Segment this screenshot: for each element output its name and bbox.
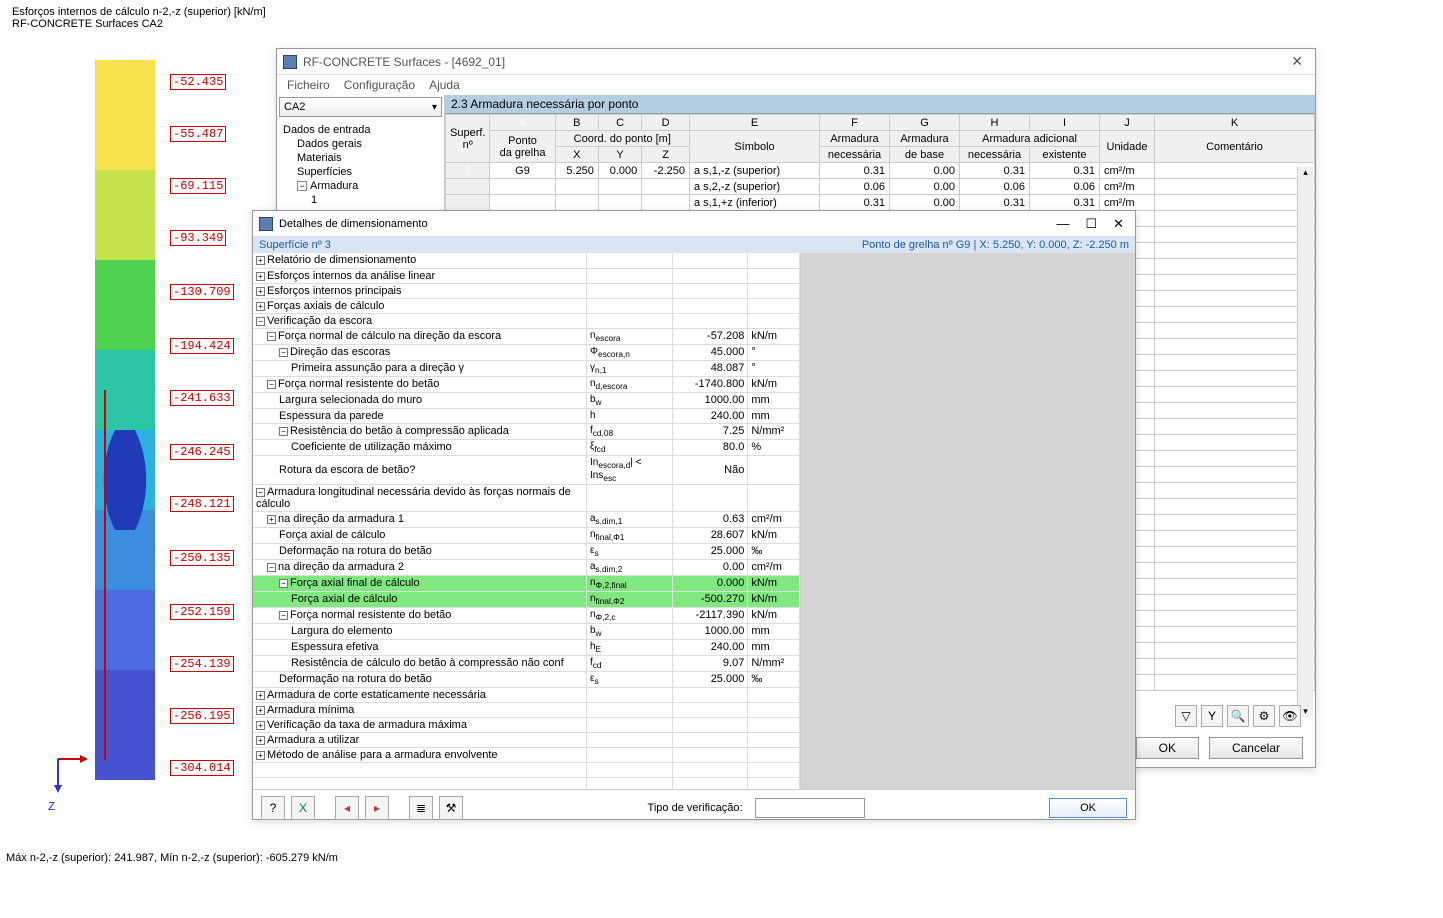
- contour-value: -246.245: [170, 444, 234, 460]
- contour-value: -250.135: [170, 550, 234, 566]
- tree-item[interactable]: Superfícies: [283, 165, 438, 179]
- close-icon[interactable]: ✕: [1285, 53, 1309, 70]
- help-icon[interactable]: ?: [261, 796, 285, 820]
- detail-row[interactable]: +Armadura a utilizar: [253, 732, 800, 747]
- case-dropdown[interactable]: CA2: [279, 97, 442, 117]
- maximize-icon[interactable]: ☐: [1080, 216, 1102, 232]
- detail-row[interactable]: −Armadura longitudinal necessária devido…: [253, 484, 800, 511]
- detail-row[interactable]: −Resistência do betão à compressão aplic…: [253, 423, 800, 439]
- verification-label: Tipo de verificação:: [648, 802, 743, 814]
- detail-row[interactable]: Espessura efetivahE240.00mm: [253, 639, 800, 655]
- detail-row[interactable]: Coeficiente de utilização máximoξfcd80.0…: [253, 439, 800, 455]
- detail-row[interactable]: +Armadura mínima: [253, 702, 800, 717]
- contour-value: -241.633: [170, 390, 234, 406]
- tree-item[interactable]: Materiais: [283, 151, 438, 165]
- detail-row[interactable]: −Força normal resistente do betãond,esco…: [253, 376, 800, 392]
- contour-value: -256.195: [170, 708, 234, 724]
- detail-row[interactable]: Deformação na rotura do betãoεs25.000‰: [253, 671, 800, 687]
- tree-armadura[interactable]: −Armadura: [283, 179, 438, 193]
- menubar: Ficheiro Configuração Ajuda: [277, 75, 1315, 95]
- detail-row[interactable]: −Força normal resistente do betãonΦ,2,c-…: [253, 607, 800, 623]
- detail-row[interactable]: [253, 777, 800, 789]
- detail-row[interactable]: +Armadura de corte estaticamente necessá…: [253, 687, 800, 702]
- tree-item[interactable]: Dados gerais: [283, 137, 438, 151]
- menu-config[interactable]: Configuração: [344, 78, 415, 92]
- detail-row[interactable]: Força axial de cálculonfinal,Φ128.607kN/…: [253, 527, 800, 543]
- detail-row[interactable]: +Método de análise para a armadura envol…: [253, 747, 800, 762]
- sort-icon[interactable]: Y: [1201, 705, 1223, 727]
- detail-row[interactable]: Rotura da escora de betão?Inescora,d| < …: [253, 455, 800, 484]
- detail-row[interactable]: +Esforços internos da análise linear: [253, 268, 800, 283]
- cancel-button[interactable]: Cancelar: [1209, 737, 1303, 759]
- details-window: Detalhes de dimensionamento — ☐ ✕ Superf…: [252, 210, 1136, 820]
- contour-value: -252.159: [170, 604, 234, 620]
- menu-help[interactable]: Ajuda: [429, 78, 460, 92]
- viewport-caption: Esforços internos de cálculo n-2,-z (sup…: [12, 6, 266, 30]
- contour-shape: [95, 60, 165, 820]
- detail-row[interactable]: +Verificação da taxa de armadura máxima: [253, 717, 800, 732]
- minimize-icon[interactable]: —: [1051, 216, 1074, 232]
- axis-z-label: Z: [48, 800, 55, 814]
- detail-row[interactable]: −Verificação da escora: [253, 313, 800, 328]
- ok-button[interactable]: OK: [1049, 798, 1127, 818]
- toolbar-icons: ▽ Y 🔍 ⚙ 👁: [1175, 705, 1301, 727]
- ok-button[interactable]: OK: [1136, 737, 1199, 759]
- contour-value: -55.487: [170, 126, 226, 142]
- window-titlebar[interactable]: RF-CONCRETE Surfaces - [4692_01] ✕: [277, 49, 1315, 75]
- detail-row[interactable]: −na direção da armadura 2as,dim,20.00cm²…: [253, 559, 800, 575]
- tree-armadura-child[interactable]: 1: [283, 193, 438, 207]
- app-icon: [259, 217, 273, 231]
- settings-icon[interactable]: ⚙: [1253, 705, 1275, 727]
- menu-file[interactable]: Ficheiro: [287, 78, 330, 92]
- filter-icon[interactable]: ▽: [1175, 705, 1197, 727]
- details-info-row: Superfície nº 3Ponto de grelha nº G9 | X…: [253, 237, 1135, 253]
- excel-icon[interactable]: X: [291, 796, 315, 820]
- detail-row[interactable]: Deformação na rotura do betãoεs25.000‰: [253, 543, 800, 559]
- table-row[interactable]: a s,1,+z (inferior)0.310.000.310.31cm²/m: [446, 195, 1315, 211]
- table-row[interactable]: 3G95.2500.000-2.250 a s,1,-z (superior)0…: [446, 163, 1315, 179]
- details-tree[interactable]: +Relatório de dimensionamento+Esforços i…: [253, 253, 801, 789]
- contour-value: -248.121: [170, 496, 234, 512]
- list-icon[interactable]: ≣: [409, 796, 433, 820]
- detail-row[interactable]: −Força axial final de cálculonΦ,2,final0…: [253, 575, 800, 591]
- details-title: Detalhes de dimensionamento: [279, 218, 428, 230]
- prev-icon[interactable]: ◂: [335, 796, 359, 820]
- detail-row[interactable]: +Relatório de dimensionamento: [253, 253, 800, 268]
- detail-row[interactable]: −Direção das escorasΦescora,n45.000°: [253, 344, 800, 360]
- contour-value: -254.139: [170, 656, 234, 672]
- preview-pane: [801, 253, 1135, 789]
- next-icon[interactable]: ▸: [365, 796, 389, 820]
- binoculars-icon[interactable]: 🔍: [1227, 705, 1249, 727]
- detail-row[interactable]: +Esforços internos principais: [253, 283, 800, 298]
- window-title: RF-CONCRETE Surfaces - [4692_01]: [303, 55, 505, 69]
- contour-value: -130.709: [170, 284, 234, 300]
- verification-select[interactable]: [755, 798, 865, 818]
- detail-row[interactable]: Força axial de cálculonfinal,Φ2-500.270k…: [253, 591, 800, 607]
- tree-root[interactable]: Dados de entrada: [283, 123, 438, 137]
- app-icon: [283, 55, 297, 69]
- viewport-footer: Máx n-2,-z (superior): 241.987, Mín n-2,…: [6, 852, 338, 864]
- contour-value: -194.424: [170, 338, 234, 354]
- contour-value: -69.115: [170, 178, 226, 194]
- detail-row[interactable]: −Força normal de cálculo na direção da e…: [253, 328, 800, 344]
- details-titlebar[interactable]: Detalhes de dimensionamento — ☐ ✕: [253, 211, 1135, 237]
- detail-row[interactable]: [253, 762, 800, 777]
- contour-value: -304.014: [170, 760, 234, 776]
- section-header: 2.3 Armadura necessária por ponto: [445, 95, 1315, 114]
- eye-icon[interactable]: 👁: [1279, 705, 1301, 727]
- detail-row[interactable]: Largura do elementobw1000.00mm: [253, 623, 800, 639]
- detail-row[interactable]: Resistência de cálculo do betão à compre…: [253, 655, 800, 671]
- config-icon[interactable]: ⚒: [439, 796, 463, 820]
- detail-row[interactable]: +Forças axiais de cálculo: [253, 298, 800, 313]
- table-row[interactable]: a s,2,-z (superior)0.060.000.060.06cm²/m: [446, 179, 1315, 195]
- detail-row[interactable]: +na direção da armadura 1as,dim,10.63cm²…: [253, 511, 800, 527]
- contour-value: -93.349: [170, 230, 226, 246]
- detail-row[interactable]: Espessura da paredeh240.00mm: [253, 408, 800, 423]
- contour-plot: -52.435 -55.487 -69.115 -93.349 -130.709 -194…: [50, 60, 250, 820]
- scrollbar[interactable]: [1297, 167, 1313, 717]
- detail-row[interactable]: Largura selecionada do murobw1000.00mm: [253, 392, 800, 408]
- contour-value: -52.435: [170, 74, 226, 90]
- detail-row[interactable]: Primeira assunção para a direção γγn,148…: [253, 360, 800, 376]
- close-icon[interactable]: ✕: [1108, 216, 1129, 232]
